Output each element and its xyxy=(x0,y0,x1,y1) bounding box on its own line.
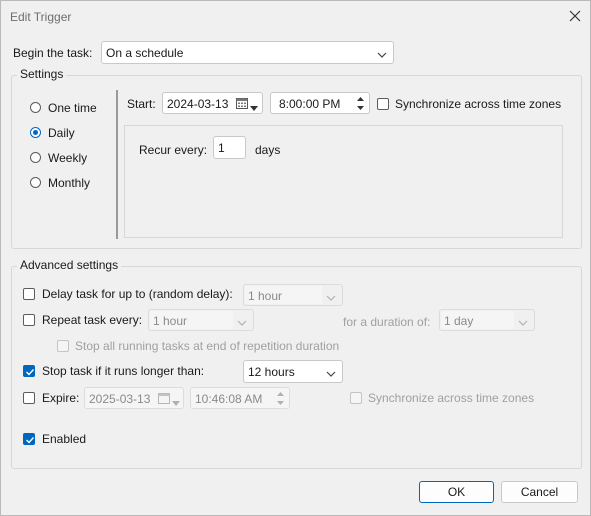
window-title: Edit Trigger xyxy=(10,10,72,24)
expire-date-picker[interactable]: 2025-03-13 xyxy=(84,387,184,409)
expire-sync-checkbox[interactable] xyxy=(350,392,362,404)
chevron-down-icon xyxy=(326,367,336,377)
repeat-task-select[interactable]: 1 hour xyxy=(148,309,254,331)
check-icon xyxy=(26,437,35,444)
radio-weekly[interactable] xyxy=(30,152,41,163)
repeat-task-checkbox[interactable] xyxy=(23,314,35,326)
recur-every-input[interactable]: 1 xyxy=(213,136,246,159)
radio-weekly-label: Weekly xyxy=(48,151,88,165)
spin-down-icon[interactable] xyxy=(353,104,367,112)
radio-monthly[interactable] xyxy=(30,177,41,188)
date-dropdown-icon[interactable] xyxy=(250,100,258,114)
delay-task-select[interactable]: 1 hour xyxy=(243,284,343,306)
settings-divider xyxy=(116,90,118,239)
duration-value: 1 day xyxy=(444,314,474,328)
stop-task-checkbox[interactable] xyxy=(23,365,35,377)
radio-one-time-label: One time xyxy=(48,101,97,115)
chevron-down-icon xyxy=(237,316,247,326)
sync-timezones-checkbox[interactable] xyxy=(377,98,389,110)
advanced-settings-legend: Advanced settings xyxy=(17,258,122,272)
radio-one-time[interactable] xyxy=(30,102,41,113)
spin-up-icon[interactable] xyxy=(273,390,287,398)
enabled-checkbox[interactable] xyxy=(23,433,35,445)
check-icon xyxy=(26,369,35,376)
chevron-down-icon xyxy=(518,316,528,326)
ok-button[interactable]: OK xyxy=(419,481,494,503)
close-icon[interactable] xyxy=(567,8,583,24)
stop-task-label: Stop task if it runs longer than: xyxy=(42,364,205,378)
expire-time-value: 10:46:08 AM xyxy=(195,392,263,406)
start-time-spinner[interactable] xyxy=(353,95,367,111)
chevron-down-icon xyxy=(377,48,387,58)
spin-up-icon[interactable] xyxy=(353,95,367,103)
cancel-button[interactable]: Cancel xyxy=(501,481,578,503)
calendar-icon[interactable] xyxy=(236,97,248,112)
expire-checkbox[interactable] xyxy=(23,392,35,404)
start-date-value: 2024-03-13 xyxy=(167,97,229,111)
delay-task-checkbox[interactable] xyxy=(23,288,35,300)
radio-daily-label: Daily xyxy=(48,126,75,140)
expire-sync-label: Synchronize across time zones xyxy=(368,391,535,405)
start-time-value: 8:00:00 PM xyxy=(279,97,341,111)
repeat-task-value: 1 hour xyxy=(153,314,188,328)
delay-task-label: Delay task for up to (random delay): xyxy=(42,287,233,301)
recur-every-value: 1 xyxy=(218,141,225,155)
date-dropdown-icon[interactable] xyxy=(172,395,180,409)
sync-timezones-label: Synchronize across time zones xyxy=(395,97,562,111)
edit-trigger-dialog: Edit Trigger Begin the task: On a schedu… xyxy=(0,0,591,516)
recur-every-label: Recur every: xyxy=(139,143,208,157)
enabled-label: Enabled xyxy=(42,432,87,446)
calendar-icon[interactable] xyxy=(158,392,170,407)
start-time-field[interactable]: 8:00:00 PM xyxy=(270,92,370,114)
title-bar: Edit Trigger xyxy=(1,1,590,33)
begin-task-value: On a schedule xyxy=(106,46,184,60)
start-label: Start: xyxy=(127,97,156,111)
chevron-down-icon xyxy=(326,291,336,301)
expire-time-field[interactable]: 10:46:08 AM xyxy=(190,387,290,409)
recur-unit-label: days xyxy=(255,143,281,157)
duration-label: for a duration of: xyxy=(343,315,431,329)
radio-monthly-label: Monthly xyxy=(48,176,91,190)
settings-legend: Settings xyxy=(17,67,67,81)
stop-task-value: 12 hours xyxy=(248,365,295,379)
duration-select[interactable]: 1 day xyxy=(439,309,535,331)
delay-task-value: 1 hour xyxy=(248,289,283,303)
stop-all-tasks-label: Stop all running tasks at end of repetit… xyxy=(75,339,340,353)
recur-panel xyxy=(124,125,563,238)
start-date-picker[interactable]: 2024-03-13 xyxy=(162,92,263,114)
stop-task-select[interactable]: 12 hours xyxy=(243,360,343,383)
repeat-task-label: Repeat task every: xyxy=(42,313,143,327)
stop-all-tasks-checkbox[interactable] xyxy=(57,340,69,352)
expire-time-spinner[interactable] xyxy=(273,390,287,406)
expire-label: Expire: xyxy=(42,391,80,405)
begin-task-label: Begin the task: xyxy=(13,46,93,60)
begin-task-select[interactable]: On a schedule xyxy=(101,41,394,64)
expire-date-value: 2025-03-13 xyxy=(89,392,151,406)
spin-down-icon[interactable] xyxy=(273,399,287,407)
radio-daily[interactable] xyxy=(30,127,41,138)
